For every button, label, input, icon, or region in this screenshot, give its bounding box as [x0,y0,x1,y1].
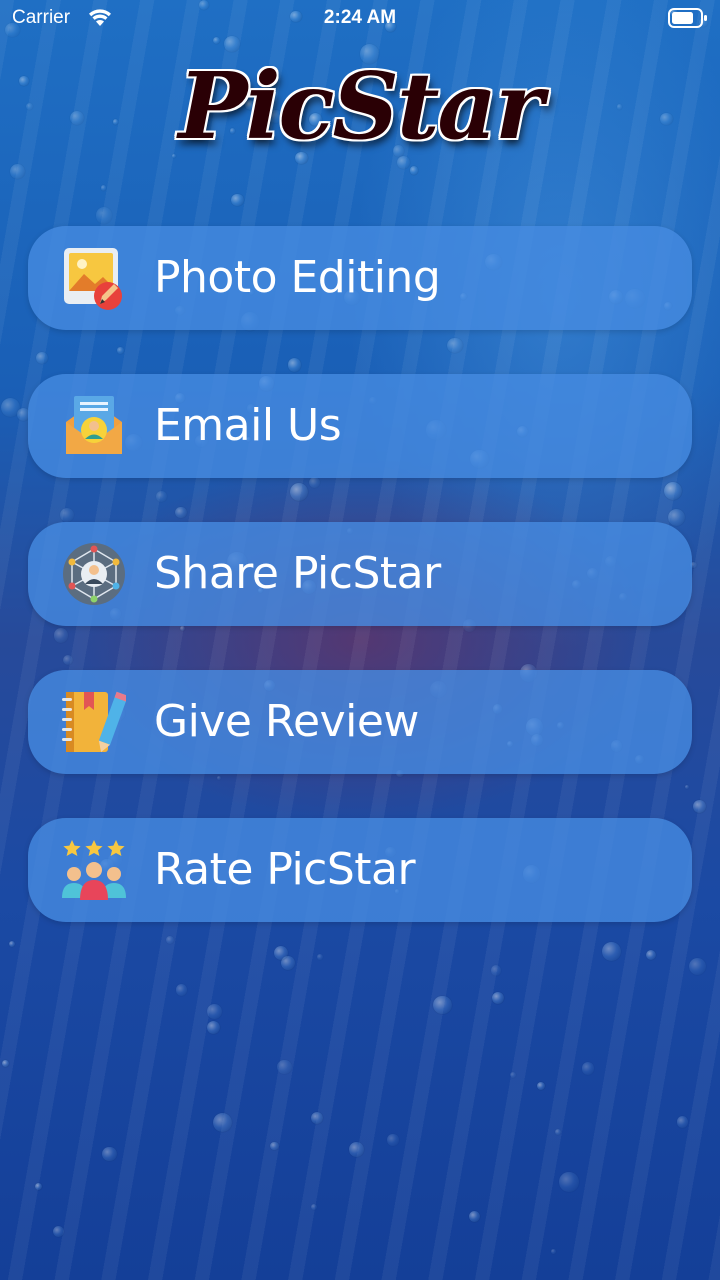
water-drop [559,1172,579,1192]
water-drop [689,958,707,976]
photo-editing-button[interactable]: Photo Editing [28,226,692,330]
menu-label: Email Us [154,400,342,451]
water-drop [100,185,106,191]
water-drop [387,1134,399,1146]
water-drop [645,949,656,960]
email-icon [66,396,122,454]
water-drop [308,476,321,489]
water-drop [35,1183,42,1191]
water-drop [289,483,308,502]
water-drop [2,1060,9,1068]
water-drop [447,337,463,354]
water-drop [231,193,245,207]
water-drop [10,163,26,180]
water-drop [206,1020,220,1034]
photo-edit-icon [64,248,122,310]
status-time: 2:24 AM [323,7,397,28]
water-drop [36,352,49,365]
water-drop [667,508,686,527]
water-drop [555,1129,562,1136]
water-drop [52,1225,64,1237]
water-drop [175,506,188,519]
menu-label: Share PicStar [154,548,441,599]
water-drop [536,1081,545,1090]
water-drop [53,628,69,643]
water-drop [156,491,167,502]
water-drop [551,1249,556,1254]
background-light-rays [0,0,720,1280]
water-drop [581,1062,595,1076]
water-drop [63,654,74,665]
water-drop [287,358,301,372]
water-drop [270,1141,280,1151]
share-picstar-button[interactable]: Share PicStar [28,522,692,626]
notebook-pencil-icon [62,691,126,753]
water-drop [491,992,504,1004]
water-drop [60,508,75,523]
water-drop [102,1146,117,1161]
water-drop [692,800,706,814]
water-drop [469,1210,481,1222]
status-bar: Carrier 2:24 AM [0,0,720,40]
water-drop [433,995,453,1015]
app-logo: PicStar [178,52,543,160]
water-drop [602,941,622,961]
water-drop [684,784,689,789]
water-drop [317,953,324,960]
email-us-button[interactable]: Email Us [28,374,692,478]
battery-icon [668,8,707,28]
water-drop [509,1072,516,1079]
water-drop [310,1111,323,1124]
water-drop [117,347,124,354]
rate-picstar-button[interactable]: Rate PicStar [28,818,692,922]
water-drop [663,481,682,500]
menu-label: Rate PicStar [154,844,416,895]
water-drop [490,964,502,976]
water-drop [409,166,419,175]
water-drop [207,1004,222,1020]
water-drop [277,1059,292,1074]
water-drop [676,1116,689,1128]
menu-label: Photo Editing [154,252,441,303]
water-drop [175,984,188,996]
water-drop [165,936,174,945]
water-drop [212,1112,232,1132]
water-drop [310,1204,317,1211]
share-network-icon [63,543,125,605]
water-drop [349,1142,364,1157]
rating-people-icon [62,840,126,900]
water-drop [95,207,113,225]
water-drop [179,625,185,631]
water-drop [216,775,222,780]
menu-label: Give Review [154,696,419,747]
water-drop [8,940,16,947]
give-review-button[interactable]: Give Review [28,670,692,774]
